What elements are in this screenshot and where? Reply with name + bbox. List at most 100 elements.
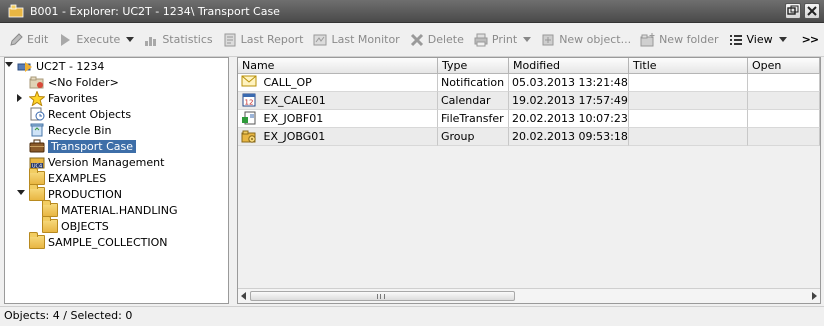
table-row[interactable]: 12 EX_CALE01 Calendar 19.02.2013 17:57:4… [238, 92, 820, 110]
tree-item-sample-collection[interactable]: SAMPLE_COLLECTION [29, 232, 168, 250]
new-folder-label: New folder [659, 33, 719, 46]
cell-title [629, 74, 748, 92]
status-bar: Objects: 4 / Selected: 0 [0, 306, 824, 326]
horizontal-scrollbar[interactable] [238, 288, 820, 303]
tree-item-examples[interactable]: EXAMPLES [29, 168, 107, 186]
folder-tree[interactable]: UC2T - 1234 <No Folder> Favorites Recent… [4, 57, 229, 304]
view-button[interactable]: View [728, 32, 787, 48]
svg-text:12: 12 [245, 99, 254, 107]
tree-item-label: PRODUCTION [48, 187, 122, 201]
report-icon [222, 32, 238, 48]
cell-modified: 05.03.2013 13:21:48 [509, 74, 629, 92]
last-monitor-label: Last Monitor [331, 33, 400, 46]
statistics-button[interactable]: Statistics [143, 32, 213, 48]
cell-open [748, 110, 820, 128]
tree-item-label: <No Folder> [48, 75, 119, 89]
cell-name: CALL_OP [238, 74, 438, 92]
notification-icon [241, 75, 257, 89]
table-row[interactable]: EX_JOBF01 FileTransfer 20.02.2013 10:07:… [238, 110, 820, 128]
explorer-window-icon [8, 4, 24, 18]
last-report-label: Last Report [240, 33, 304, 46]
tree-item-label: SAMPLE_COLLECTION [48, 235, 168, 249]
close-window-button[interactable] [804, 3, 820, 19]
tree-item-transport-case[interactable]: Transport Case [29, 138, 137, 154]
view-dropdown-icon[interactable] [778, 37, 787, 42]
object-table[interactable]: Name Type Modified Title Open CALL_OP No… [238, 58, 820, 288]
edit-button[interactable]: Edit [8, 32, 48, 48]
tree-item-label: Recycle Bin [48, 123, 112, 137]
pane-splitter[interactable] [230, 57, 236, 304]
tree-item-objects[interactable]: OBJECTS [42, 216, 109, 234]
tree-root[interactable]: UC2T - 1234 [5, 58, 105, 74]
object-count: Objects: 4 [4, 309, 60, 322]
tree-item-no-folder[interactable]: <No Folder> [29, 74, 119, 90]
toolbar-overflow-button[interactable]: >> [802, 33, 819, 46]
folder-icon [29, 184, 45, 201]
execute-button[interactable]: Execute [57, 32, 135, 48]
tree-item-recycle-bin[interactable]: Recycle Bin [29, 122, 111, 138]
table-row[interactable]: EX_JOBG01 Group 20.02.2013 09:53:18 [238, 128, 820, 146]
cell-name: EX_JOBF01 [238, 110, 438, 128]
folder-icon [42, 200, 58, 217]
cell-type: Group [438, 128, 509, 146]
grip-icon [377, 294, 385, 299]
cell-name: 12 EX_CALE01 [238, 92, 438, 110]
pencil-icon [8, 32, 24, 48]
print-button[interactable]: Print [473, 32, 532, 48]
scroll-right-icon[interactable] [812, 292, 817, 300]
recent-objects-icon [29, 107, 45, 121]
tree-item-version-management[interactable]: UC4 Version Management [29, 154, 164, 170]
client-icon [17, 59, 33, 73]
tree-expand-icon[interactable] [17, 190, 26, 199]
tree-item-label: Favorites [48, 91, 98, 105]
toolbar: Edit Execute Statistics Last Report Last… [0, 23, 824, 57]
group-icon [241, 129, 257, 143]
view-label: View [746, 33, 773, 46]
tree-item-material-handling[interactable]: MATERIAL.HANDLING [42, 200, 178, 218]
recycle-bin-icon [29, 123, 45, 137]
tree-item-label: Version Management [48, 155, 165, 169]
last-monitor-button[interactable]: Last Monitor [312, 32, 400, 48]
tree-item-label: EXAMPLES [48, 171, 107, 185]
cell-title [629, 92, 748, 110]
restore-window-button[interactable] [785, 3, 801, 19]
new-folder-button[interactable]: New folder [640, 32, 719, 48]
tree-item-favorites[interactable]: Favorites [17, 90, 98, 107]
print-label: Print [491, 33, 518, 46]
last-report-button[interactable]: Last Report [222, 32, 304, 48]
version-management-icon: UC4 [29, 155, 45, 170]
cell-name: EX_JOBG01 [238, 128, 438, 146]
cell-modified: 19.02.2013 17:57:49 [509, 92, 629, 110]
folder-icon [29, 168, 45, 185]
table-row[interactable]: CALL_OP Notification 05.03.2013 13:21:48 [238, 74, 820, 92]
statistics-label: Statistics [162, 33, 213, 46]
column-header-modified[interactable]: Modified [509, 58, 629, 74]
tree-collapse-icon[interactable] [17, 94, 26, 103]
cell-modified: 20.02.2013 09:53:18 [509, 128, 629, 146]
tree-expand-icon[interactable] [5, 62, 14, 71]
window-title: B001 - Explorer: UC2T - 1234\ Transport … [30, 4, 280, 18]
scroll-left-icon[interactable] [241, 292, 246, 300]
column-header-title[interactable]: Title [629, 58, 748, 74]
scrollbar-thumb[interactable] [250, 291, 515, 301]
cell-open [748, 74, 820, 92]
delete-button[interactable]: Delete [409, 32, 464, 48]
new-folder-icon [640, 32, 656, 48]
new-object-label: New object... [559, 33, 632, 46]
execute-dropdown-icon[interactable] [126, 37, 135, 42]
new-object-button[interactable]: New object... [540, 32, 631, 48]
edit-label: Edit [27, 33, 49, 46]
print-dropdown-icon[interactable] [523, 37, 532, 42]
monitor-icon [312, 32, 328, 48]
selected-count: / Selected: 0 [63, 309, 133, 322]
object-list: Name Type Modified Title Open CALL_OP No… [237, 57, 821, 304]
delete-x-icon [409, 32, 425, 48]
tree-root-label: UC2T - 1234 [36, 59, 105, 73]
cell-modified: 20.02.2013 10:07:23 [509, 110, 629, 128]
column-header-type[interactable]: Type [438, 58, 509, 74]
cell-type: Calendar [438, 92, 509, 110]
tree-item-recent-objects[interactable]: Recent Objects [29, 106, 131, 122]
title-bar: B001 - Explorer: UC2T - 1234\ Transport … [0, 0, 824, 23]
column-header-open[interactable]: Open [748, 58, 820, 74]
column-header-name[interactable]: Name [238, 58, 438, 74]
